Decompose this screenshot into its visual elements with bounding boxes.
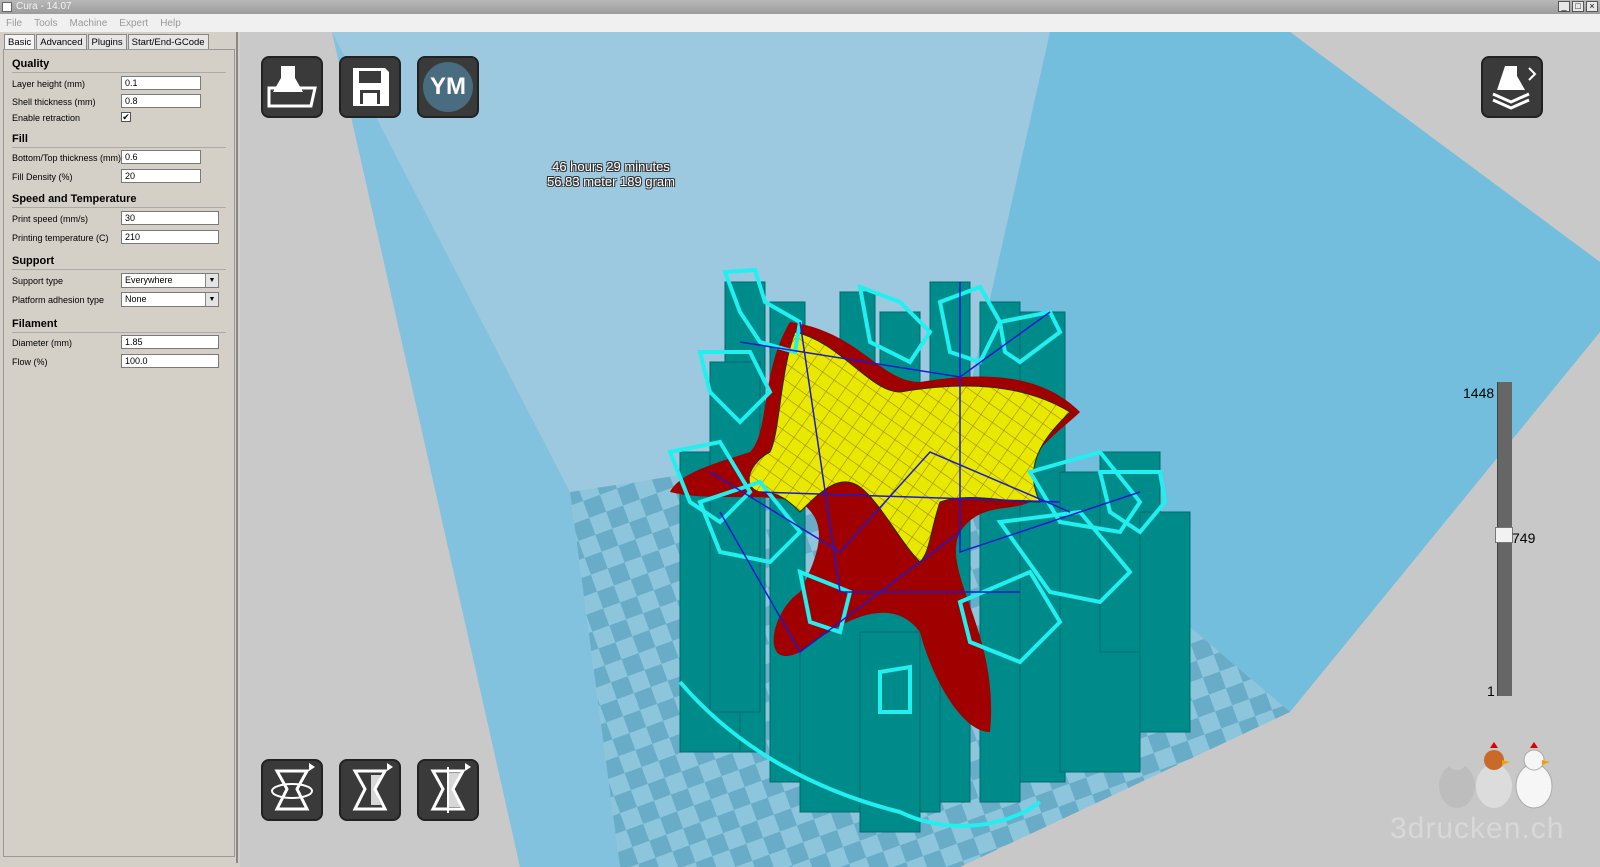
bottom-top-thickness-input[interactable]: 0.6 xyxy=(121,150,201,164)
layer-height-label: Layer height (mm) xyxy=(12,79,86,89)
close-button[interactable]: × xyxy=(1586,1,1598,12)
flow-label: Flow (%) xyxy=(12,357,48,367)
restore-button[interactable]: □ xyxy=(1572,1,1584,12)
ym-label: YM xyxy=(423,62,473,112)
tab-basic[interactable]: Basic xyxy=(4,34,36,50)
save-gcode-button[interactable] xyxy=(339,56,401,118)
load-model-button[interactable] xyxy=(261,56,323,118)
fill-heading: Fill xyxy=(12,133,28,145)
load-icon xyxy=(267,66,317,108)
layer-max-label: 1448 xyxy=(1463,385,1495,401)
view-mode-button[interactable] xyxy=(1481,56,1543,118)
support-type-label: Support type xyxy=(12,276,64,286)
bottom-top-thickness-label: Bottom/Top thickness (mm) xyxy=(12,153,122,163)
fill-density-input[interactable]: 20 xyxy=(121,169,201,183)
menu-bar: File Tools Machine Expert Help xyxy=(0,14,1600,32)
retraction-checkbox[interactable]: ✔ xyxy=(121,112,131,122)
print-time: 46 hours 29 minutes xyxy=(552,159,670,174)
print-temp-label: Printing temperature (C) xyxy=(12,233,109,243)
support-type-select[interactable]: Everywhere ▼ xyxy=(121,273,219,288)
window-title: Cura - 14.07 xyxy=(16,1,72,12)
chevron-down-icon[interactable]: ▼ xyxy=(205,293,218,306)
layer-height-input[interactable]: 0.1 xyxy=(121,76,201,90)
layer-slider-handle[interactable] xyxy=(1495,527,1513,543)
filament-heading: Filament xyxy=(12,318,58,330)
divider xyxy=(12,332,226,333)
chevron-down-icon[interactable]: ▼ xyxy=(205,274,218,287)
mirror-button[interactable] xyxy=(417,759,479,821)
chickens-icon xyxy=(1439,742,1553,809)
app-icon xyxy=(2,2,12,12)
support-heading: Support xyxy=(12,255,55,267)
tab-advanced[interactable]: Advanced xyxy=(36,34,87,50)
view-mode-icon xyxy=(1492,66,1537,110)
menu-machine[interactable]: Machine xyxy=(63,18,113,29)
rotate-button[interactable] xyxy=(261,759,323,821)
mirror-icon xyxy=(430,763,471,813)
scale-icon xyxy=(352,763,393,811)
minimize-button[interactable]: _ xyxy=(1558,1,1570,12)
print-estimate: 46 hours 29 minutes 56.83 meter 189 gram xyxy=(532,159,690,189)
menu-expert[interactable]: Expert xyxy=(113,18,154,29)
divider xyxy=(12,207,226,208)
tab-plugins[interactable]: Plugins xyxy=(87,34,127,50)
print-material: 56.83 meter 189 gram xyxy=(547,174,675,189)
layer-preview-scene xyxy=(332,32,1600,867)
youmagine-button[interactable]: YM xyxy=(417,56,479,118)
diameter-input[interactable]: 1.85 xyxy=(121,335,219,349)
scale-button[interactable] xyxy=(339,759,401,821)
3d-viewport[interactable]: YM 46 hours 29 minutes 56.83 meter 189 g… xyxy=(240,32,1600,867)
diameter-label: Diameter (mm) xyxy=(12,338,72,348)
divider xyxy=(12,147,226,148)
menu-help[interactable]: Help xyxy=(154,18,187,29)
print-speed-input[interactable]: 30 xyxy=(121,211,219,225)
adhesion-type-label: Platform adhesion type xyxy=(12,295,105,305)
fill-density-label: Fill Density (%) xyxy=(12,172,73,182)
shell-thickness-input[interactable]: 0.8 xyxy=(121,94,201,108)
flow-input[interactable]: 100.0 xyxy=(121,354,219,368)
adhesion-type-select[interactable]: None ▼ xyxy=(121,292,219,307)
adhesion-type-value: None xyxy=(125,294,147,304)
support-type-value: Everywhere xyxy=(125,275,173,285)
retraction-label: Enable retraction xyxy=(12,113,81,123)
layer-current-label: 749 xyxy=(1512,530,1536,546)
menu-tools[interactable]: Tools xyxy=(28,18,63,29)
divider xyxy=(12,269,226,270)
watermark: 3drucken.ch xyxy=(1390,812,1565,845)
divider xyxy=(12,72,226,73)
save-icon xyxy=(353,68,389,106)
quality-heading: Quality xyxy=(12,58,50,70)
menu-file[interactable]: File xyxy=(0,18,28,29)
print-speed-label: Print speed (mm/s) xyxy=(12,214,89,224)
tab-gcode[interactable]: Start/End-GCode xyxy=(127,34,209,50)
title-bar: Cura - 14.07 _ □ × xyxy=(0,0,1600,14)
print-temp-input[interactable]: 210 xyxy=(121,230,219,244)
rotate-icon xyxy=(271,763,315,811)
layer-min-label: 1 xyxy=(1487,683,1495,699)
settings-panel: Basic Advanced Plugins Start/End-GCode Q… xyxy=(0,32,238,863)
shell-thickness-label: Shell thickness (mm) xyxy=(12,97,96,107)
speed-heading: Speed and Temperature xyxy=(12,193,137,205)
